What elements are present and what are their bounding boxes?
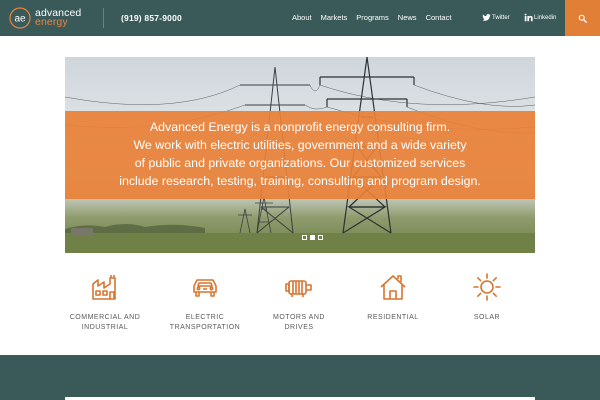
hero-caption-line: include research, testing, training, con…: [119, 174, 481, 188]
twitter-link[interactable]: Twitter: [482, 13, 510, 22]
services-row: COMMERCIAL AND INDUSTRIAL ELECTRIC TRANS…: [65, 272, 535, 342]
hero-caption-line: Advanced Energy is a nonprofit energy co…: [149, 120, 451, 134]
nav-markets[interactable]: Markets: [321, 13, 348, 22]
hero-caption-line: of public and private organizations. Our…: [134, 156, 466, 170]
nav-contact[interactable]: Contact: [426, 13, 452, 22]
house-icon: [380, 275, 406, 300]
service-residential[interactable]: RESIDENTIAL: [348, 272, 438, 323]
slide-dot-1[interactable]: [302, 235, 307, 240]
car-icon: [193, 279, 217, 297]
search-icon: [578, 14, 587, 23]
hero-caption: Advanced Energy is a nonprofit energy co…: [65, 111, 535, 199]
nav-news[interactable]: News: [398, 13, 417, 22]
footer-band: [0, 355, 600, 400]
service-label: RESIDENTIAL: [367, 314, 419, 321]
nav-about[interactable]: About: [292, 13, 312, 22]
sun-icon: [473, 273, 501, 301]
logo-wordmark: advanced energy: [35, 8, 81, 28]
nav-programs[interactable]: Programs: [356, 13, 389, 22]
phone-number[interactable]: (919) 857-9000: [121, 13, 182, 23]
service-electric-transportation[interactable]: ELECTRIC TRANSPORTATION: [160, 272, 250, 333]
site-header: ae advanced energy (919) 857-9000 About …: [0, 0, 600, 36]
linkedin-link[interactable]: Linkedin: [524, 13, 556, 22]
service-label: ELECTRIC TRANSPORTATION: [169, 314, 241, 331]
logo-text-line2: energy: [35, 16, 68, 28]
factory-icon: [92, 275, 116, 300]
main-nav: About Markets Programs News Contact: [292, 13, 460, 22]
linkedin-icon: [524, 13, 533, 22]
svg-text:ae: ae: [14, 14, 26, 25]
linkedin-label: Linkedin: [534, 14, 557, 21]
service-motors-drives[interactable]: MOTORS AND DRIVES: [254, 272, 344, 333]
logo-mark-icon: ae: [9, 7, 31, 29]
motor-icon: [285, 280, 312, 297]
service-commercial-industrial[interactable]: COMMERCIAL AND INDUSTRIAL: [60, 272, 150, 333]
service-solar[interactable]: SOLAR: [442, 272, 532, 323]
twitter-label: Twitter: [492, 14, 510, 21]
hero-caption-line: We work with electric utilities, governm…: [133, 138, 467, 152]
search-button[interactable]: [565, 0, 600, 36]
slide-dot-3[interactable]: [318, 235, 323, 240]
service-label: MOTORS AND DRIVES: [273, 314, 325, 331]
hero-banner: Advanced Energy is a nonprofit energy co…: [65, 57, 535, 253]
slider-pagination: [302, 235, 326, 240]
slide-dot-2[interactable]: [310, 235, 315, 240]
logo[interactable]: ae advanced energy: [9, 7, 94, 29]
service-label: COMMERCIAL AND INDUSTRIAL: [69, 314, 141, 331]
service-label: SOLAR: [473, 314, 501, 321]
twitter-icon: [482, 14, 491, 21]
header-divider: [103, 8, 104, 28]
